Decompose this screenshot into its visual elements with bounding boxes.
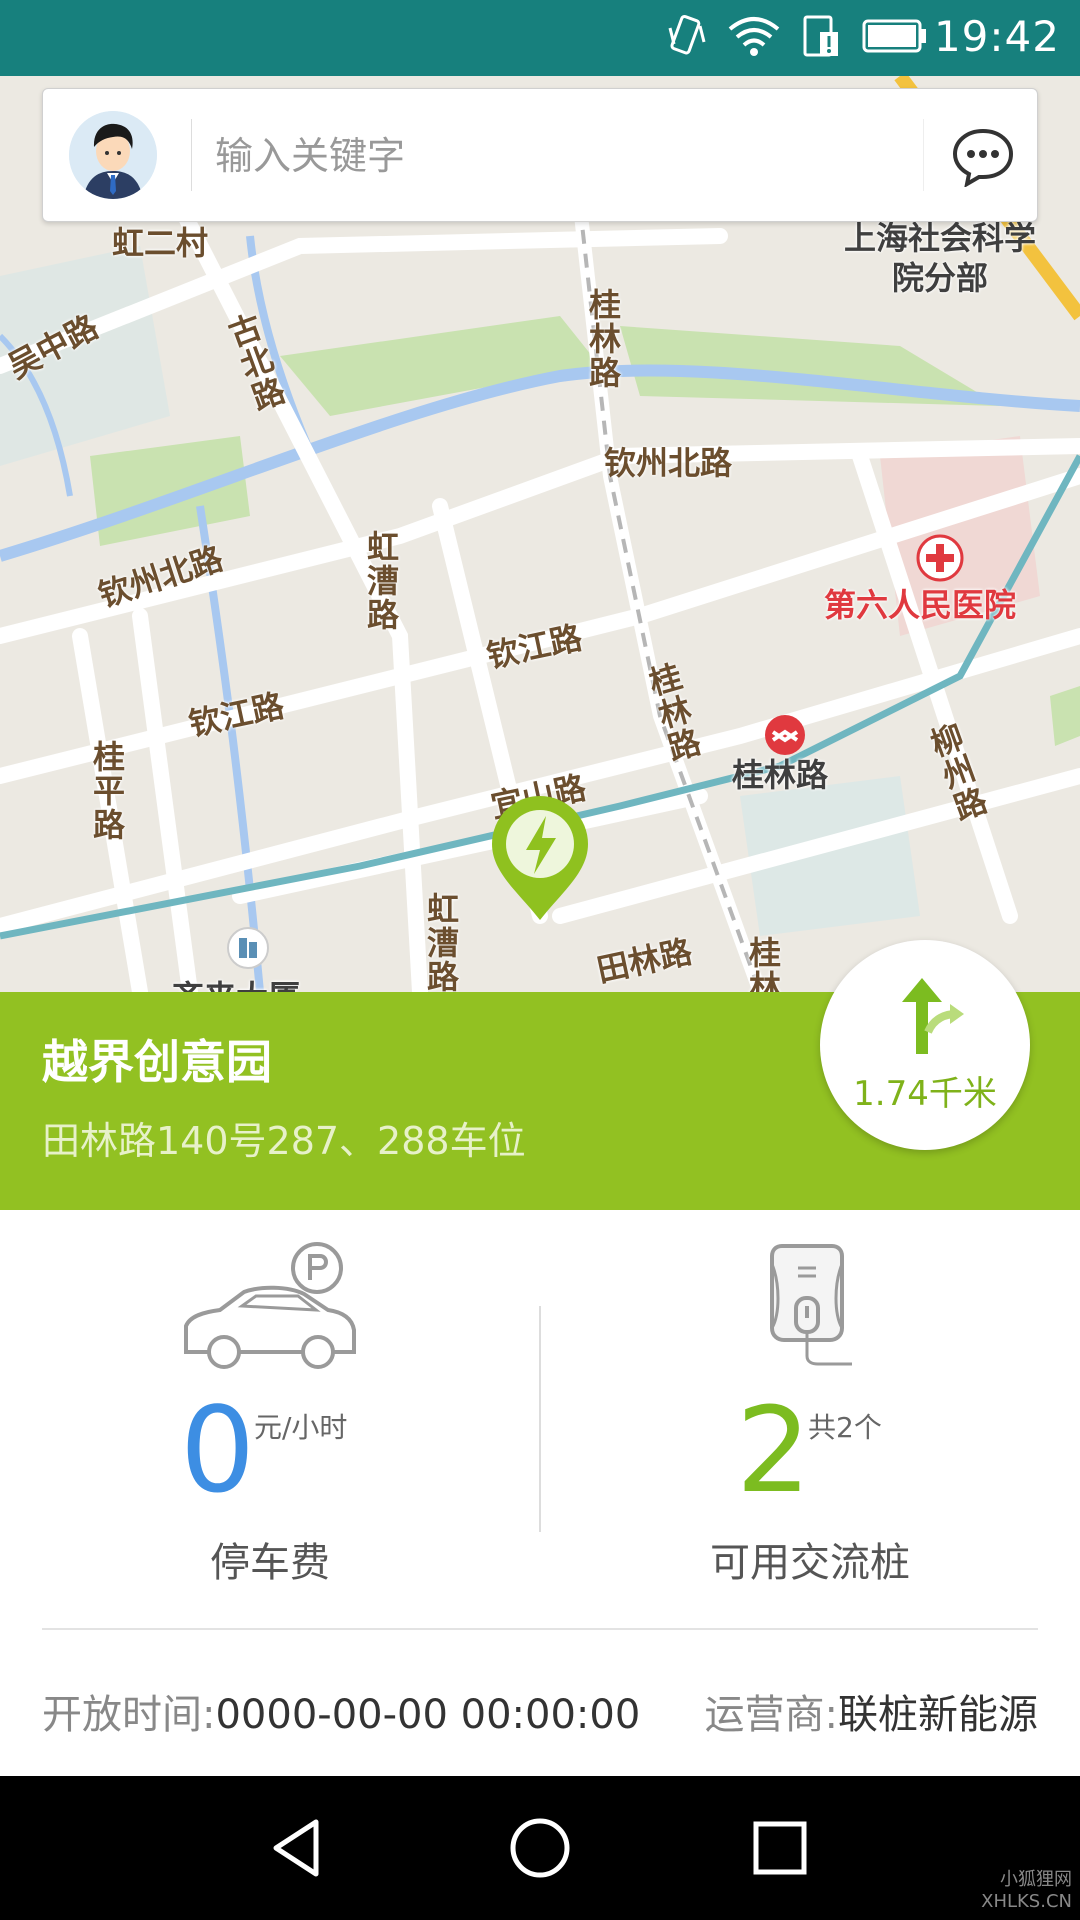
avatar[interactable] xyxy=(69,111,157,199)
operator-label: 运营商: xyxy=(704,1692,838,1738)
wifi-icon xyxy=(728,17,780,56)
navigate-button[interactable]: 1.74千米 xyxy=(820,940,1030,1150)
watermark: 小狐狸网 XHLKS.CN xyxy=(981,1865,1072,1912)
map-label: 钦州北路 xyxy=(604,444,733,482)
search-divider xyxy=(923,119,924,191)
map-label: 虹二村 xyxy=(112,224,209,262)
parking-fee-label: 停车费 xyxy=(210,1540,330,1586)
ac-charger-total: 共2个 xyxy=(808,1411,882,1444)
map-label: 桂林 xyxy=(744,936,782,992)
search-input[interactable] xyxy=(213,119,957,193)
battery-icon xyxy=(862,19,926,53)
map-label: 虹漕路 xyxy=(422,892,460,992)
map-label: 桂平路 xyxy=(88,740,126,842)
map-label: 桂林路 xyxy=(584,288,622,390)
parking-fee-unit: 元/小时 xyxy=(254,1411,348,1444)
recents-icon[interactable] xyxy=(744,1812,816,1884)
ac-charger-count: 2 xyxy=(736,1381,812,1519)
map-label: 桂林路 xyxy=(732,756,829,794)
home-icon[interactable] xyxy=(504,1812,576,1884)
search-divider xyxy=(191,119,192,191)
ac-charger-stat: 2 共2个 可用交流桩 xyxy=(540,1210,1080,1630)
charging-station-marker[interactable] xyxy=(488,792,592,924)
message-icon[interactable] xyxy=(951,127,1015,187)
operator-row: 运营商:联桩新能源 xyxy=(705,1682,1038,1740)
station-address: 田林路140号287、288车位 xyxy=(42,1119,526,1163)
parking-fee-value: 0 xyxy=(180,1381,256,1519)
user-avatar-icon xyxy=(69,111,157,199)
status-icons xyxy=(666,14,928,58)
status-bar: 19:42 xyxy=(0,0,1080,76)
operator-value: 联桩新能源 xyxy=(838,1692,1038,1738)
details-divider xyxy=(42,1628,1038,1630)
open-time-row: 开放时间:0000-00-00 00:00:00 xyxy=(42,1682,640,1740)
station-details: 0 元/小时 停车费 2 共2个 可用交流桩 开放时间:0000-00-00 0… xyxy=(0,1210,1080,1776)
open-time-value: 0000-00-00 00:00:00 xyxy=(215,1692,641,1738)
system-nav-bar: 小狐狸网 XHLKS.CN xyxy=(0,1776,1080,1920)
map-label: 齐来大厦 xyxy=(172,972,300,992)
distance-label: 1.74千米 xyxy=(853,1074,997,1114)
route-turn-icon xyxy=(902,978,964,1054)
sim-alert-icon xyxy=(803,15,838,57)
search-bar xyxy=(42,88,1038,222)
car-parking-icon xyxy=(184,1242,356,1369)
station-name: 越界创意园 xyxy=(42,1035,272,1089)
back-icon[interactable] xyxy=(262,1812,334,1884)
charging-pile-icon xyxy=(770,1244,852,1366)
watermark-line: XHLKS.CN xyxy=(981,1891,1072,1912)
hospital-icon[interactable] xyxy=(916,534,964,582)
parking-fee-stat: 0 元/小时 停车费 xyxy=(0,1210,540,1630)
status-time: 19:42 xyxy=(933,12,1060,61)
map-label: 虹漕路 xyxy=(362,530,400,632)
ac-charger-label: 可用交流桩 xyxy=(710,1540,910,1586)
building-icon[interactable] xyxy=(226,926,270,970)
watermark-line: 小狐狸网 xyxy=(1000,1869,1072,1890)
vibrate-icon xyxy=(668,15,706,55)
map-label: 第六人民医院 xyxy=(824,586,1017,624)
map-label: 上海社会科学院分部 xyxy=(843,219,1036,297)
open-time-label: 开放时间: xyxy=(42,1692,216,1738)
